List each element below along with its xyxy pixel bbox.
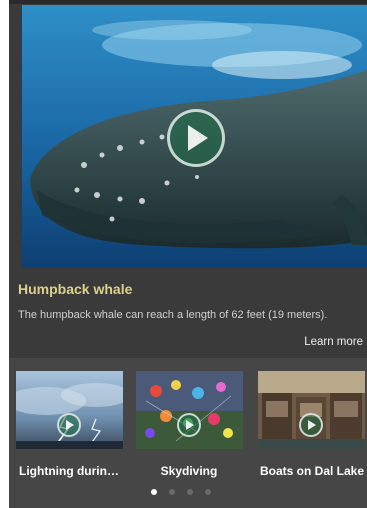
carousel-pagination — [151, 489, 211, 495]
page-dot[interactable] — [205, 489, 211, 495]
featured-video[interactable] — [22, 5, 367, 267]
video-description: The humpback whale can reach a length of… — [18, 309, 328, 321]
thumbnail-play-icon — [299, 413, 323, 437]
video-carousel: Lightning durin… Skydiving Boats on Dal … — [9, 358, 367, 508]
thumbnail-lightning[interactable] — [16, 371, 123, 449]
skydiving-image — [136, 371, 243, 449]
thumbnail-skydiving[interactable] — [136, 371, 243, 449]
thumbnail-label[interactable]: Skydiving — [129, 464, 249, 478]
thumbnail-boats[interactable] — [258, 371, 365, 449]
page-dot[interactable] — [151, 489, 157, 495]
top-strip — [9, 0, 367, 4]
video-title: Humpback whale — [18, 281, 133, 297]
page-dot[interactable] — [169, 489, 175, 495]
page-dot[interactable] — [187, 489, 193, 495]
boats-image — [258, 371, 365, 449]
thumbnail-label[interactable]: Lightning durin… — [9, 464, 129, 478]
thumbnail-label[interactable]: Boats on Dal Lake — [252, 464, 367, 478]
thumbnail-play-icon — [57, 413, 81, 437]
play-button[interactable] — [167, 109, 225, 167]
thumbnail-play-icon — [177, 413, 201, 437]
video-app-panel: Humpback whale The humpback whale can re… — [9, 0, 367, 508]
lightning-storm-image — [16, 371, 123, 449]
learn-more-link[interactable]: Learn more — [304, 336, 363, 348]
